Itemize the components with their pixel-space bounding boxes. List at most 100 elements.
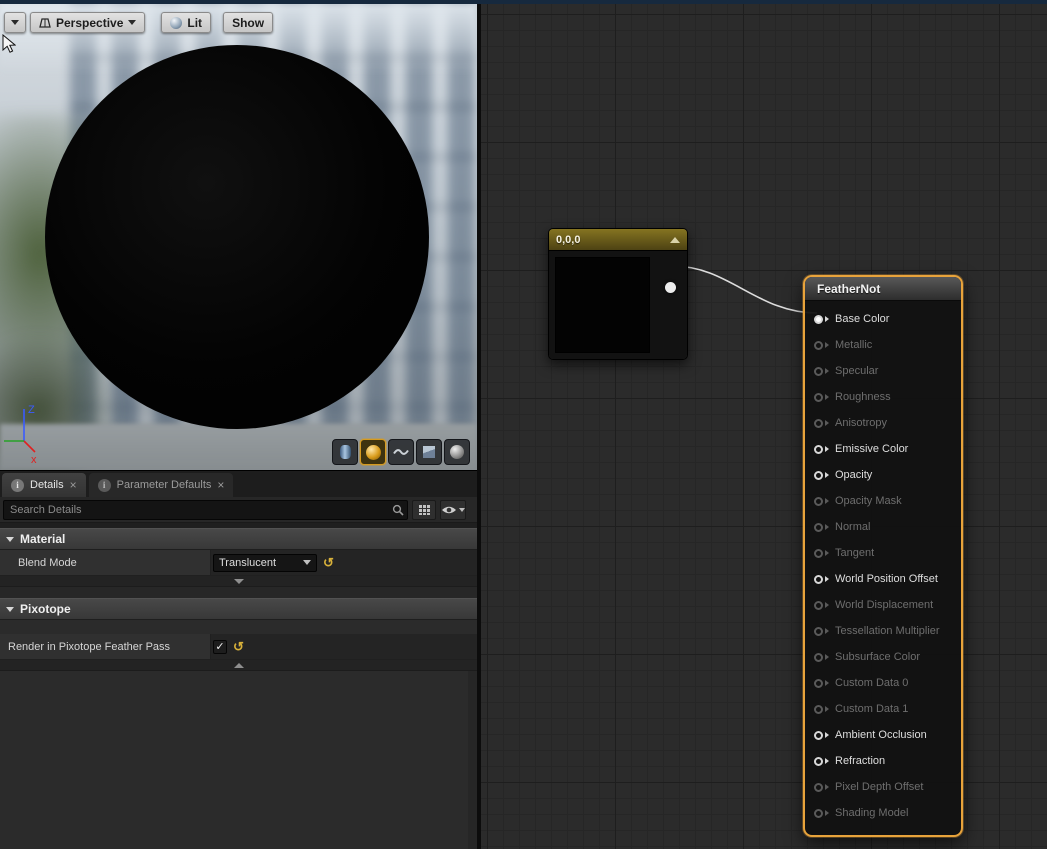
pin-opacity[interactable]: Opacity: [805, 462, 961, 488]
input-pin-icon[interactable]: [814, 575, 823, 584]
pin-pixel-depth-offset[interactable]: Pixel Depth Offset: [805, 774, 961, 800]
input-pin-icon[interactable]: [814, 341, 823, 350]
constant-color-node[interactable]: 0,0,0: [548, 228, 688, 360]
show-button[interactable]: Show: [223, 12, 273, 33]
feather-pass-checkbox[interactable]: [213, 640, 227, 654]
section-header-pixotope[interactable]: Pixotope: [0, 598, 477, 620]
gizmo-x-label: x: [31, 454, 37, 466]
pin-subsurface-color[interactable]: Subsurface Color: [805, 644, 961, 670]
preview-shape-teapot-button[interactable]: [444, 439, 470, 465]
property-matrix-button[interactable]: [412, 500, 436, 520]
pin-custom-data-0[interactable]: Custom Data 0: [805, 670, 961, 696]
pin-refraction[interactable]: Refraction: [805, 748, 961, 774]
pin-anisotropy[interactable]: Anisotropy: [805, 410, 961, 436]
input-pin-icon[interactable]: [814, 731, 823, 740]
search-input[interactable]: [3, 500, 408, 520]
pin-world-position-offset[interactable]: World Position Offset: [805, 566, 961, 592]
input-pin-icon[interactable]: [814, 757, 823, 766]
pin-arrow-icon: [825, 472, 829, 478]
input-pin-icon[interactable]: [814, 549, 823, 558]
pin-label: Tessellation Multiplier: [835, 625, 940, 637]
cylinder-icon: [340, 445, 351, 459]
pin-arrow-icon: [825, 550, 829, 556]
pin-arrow-icon: [825, 368, 829, 374]
input-pin-icon[interactable]: [814, 445, 823, 454]
pin-custom-data-1[interactable]: Custom Data 1: [805, 696, 961, 722]
reset-to-default-icon[interactable]: ↺: [233, 640, 244, 653]
close-icon[interactable]: ×: [70, 479, 77, 491]
close-icon[interactable]: ×: [217, 479, 224, 491]
pin-emissive-color[interactable]: Emissive Color: [805, 436, 961, 462]
input-pin-icon[interactable]: [814, 367, 823, 376]
plane-icon: [393, 447, 409, 457]
pin-world-displacement[interactable]: World Displacement: [805, 592, 961, 618]
feather-pass-row: Render in Pixotope Feather Pass ↺: [0, 634, 477, 660]
constant-node-header[interactable]: 0,0,0: [549, 229, 687, 251]
material-graph-canvas[interactable]: 0,0,0 FeatherNot Base Color Metallic Specu…: [481, 4, 1047, 849]
pin-shading-model[interactable]: Shading Model: [805, 800, 961, 826]
lit-button[interactable]: Lit: [161, 12, 211, 33]
pin-label: Refraction: [835, 755, 885, 767]
preview-shape-cylinder-button[interactable]: [332, 439, 358, 465]
pin-label: Custom Data 1: [835, 703, 908, 715]
blend-mode-row: Blend Mode Translucent ↺: [0, 550, 477, 576]
material-node-header[interactable]: FeatherNot: [805, 277, 961, 301]
input-pin-icon[interactable]: [814, 393, 823, 402]
input-pin-icon[interactable]: [814, 705, 823, 714]
viewport-options-button[interactable]: [4, 12, 26, 33]
blend-mode-dropdown[interactable]: Translucent: [213, 554, 317, 572]
view-options-button[interactable]: [440, 500, 466, 520]
input-pin-icon[interactable]: [814, 419, 823, 428]
preview-sphere: [45, 45, 429, 429]
tab-details[interactable]: i Details ×: [2, 473, 86, 497]
pin-opacity-mask[interactable]: Opacity Mask: [805, 488, 961, 514]
perspective-label: Perspective: [56, 16, 123, 30]
material-advanced-expander[interactable]: [0, 576, 477, 587]
pin-metallic[interactable]: Metallic: [805, 332, 961, 358]
perspective-button[interactable]: Perspective: [30, 12, 145, 33]
details-tab-icon: i: [11, 479, 24, 492]
pin-tessellation-multiplier[interactable]: Tessellation Multiplier: [805, 618, 961, 644]
preview-shape-sphere-button[interactable]: [360, 439, 386, 465]
input-pin-icon[interactable]: [814, 523, 823, 532]
section-header-material[interactable]: Material: [0, 528, 477, 550]
pin-base-color[interactable]: Base Color: [805, 306, 961, 332]
input-pin-icon[interactable]: [814, 471, 823, 480]
pin-label: Opacity Mask: [835, 495, 902, 507]
pin-roughness[interactable]: Roughness: [805, 384, 961, 410]
pixotope-advanced-expander[interactable]: [0, 660, 477, 671]
material-result-node[interactable]: FeatherNot Base Color Metallic Specular Rou…: [803, 275, 963, 837]
pin-specular[interactable]: Specular: [805, 358, 961, 384]
pin-normal[interactable]: Normal: [805, 514, 961, 540]
input-pin-icon[interactable]: [814, 783, 823, 792]
pin-ambient-occlusion[interactable]: Ambient Occlusion: [805, 722, 961, 748]
collapse-up-icon[interactable]: [670, 237, 680, 243]
input-pin-icon[interactable]: [814, 601, 823, 610]
axis-gizmo: Z x: [0, 397, 70, 469]
color-swatch[interactable]: [555, 257, 650, 353]
left-panel: Perspective Lit Show Z x: [0, 4, 477, 849]
pin-label: Metallic: [835, 339, 872, 351]
material-preview-viewport[interactable]: Perspective Lit Show Z x: [0, 4, 477, 470]
input-pin-icon[interactable]: [814, 653, 823, 662]
output-pin[interactable]: [665, 282, 676, 293]
input-pin-icon[interactable]: [814, 315, 823, 324]
pin-arrow-icon: [825, 810, 829, 816]
pin-label: Roughness: [835, 391, 891, 403]
input-pin-icon[interactable]: [814, 627, 823, 636]
input-pin-icon[interactable]: [814, 809, 823, 818]
pin-label: Normal: [835, 521, 870, 533]
reset-to-default-icon[interactable]: ↺: [323, 556, 334, 569]
chevron-down-icon: [303, 560, 311, 565]
pin-arrow-icon: [825, 394, 829, 400]
input-pin-icon[interactable]: [814, 497, 823, 506]
preview-shape-cube-button[interactable]: [416, 439, 442, 465]
pin-tangent[interactable]: Tangent: [805, 540, 961, 566]
constant-node-title: 0,0,0: [556, 234, 580, 246]
blend-mode-value-cell: Translucent ↺: [211, 550, 477, 575]
panel-divider[interactable]: [477, 0, 481, 849]
pin-arrow-icon: [825, 316, 829, 322]
input-pin-icon[interactable]: [814, 679, 823, 688]
tab-parameter-defaults[interactable]: i Parameter Defaults ×: [89, 473, 234, 497]
preview-shape-plane-button[interactable]: [388, 439, 414, 465]
